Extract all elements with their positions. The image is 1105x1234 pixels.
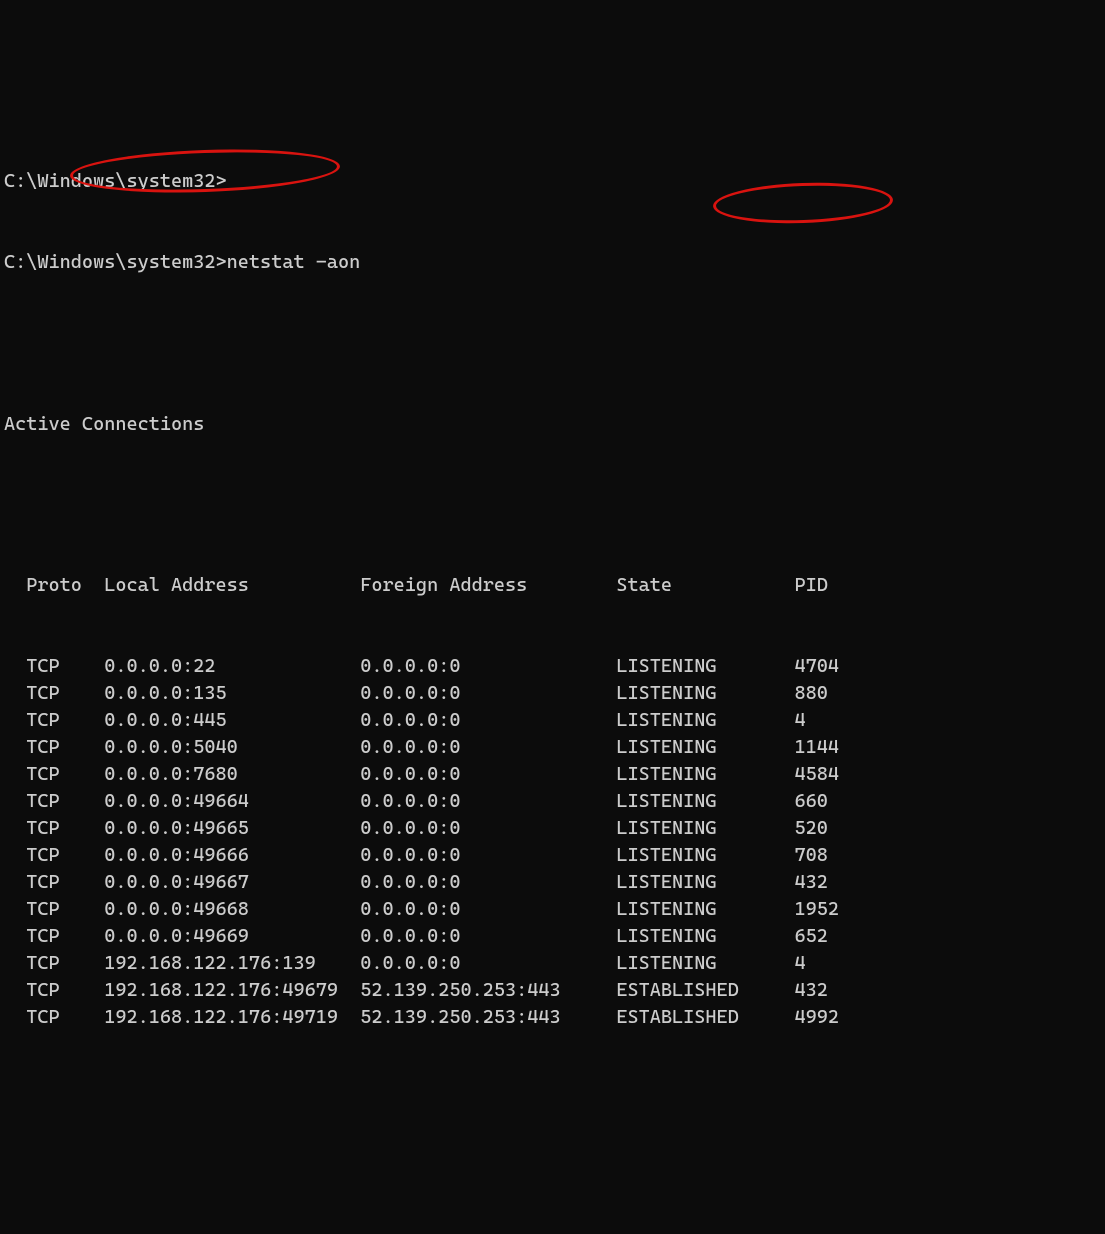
cell-proto: TCP <box>4 979 104 1001</box>
section-title: Active Connections <box>4 411 1101 438</box>
cell-local: 0.0.0.0:49665 <box>104 817 360 839</box>
cell-state: LISTENING <box>616 952 794 974</box>
cell-pid: 4704 <box>794 655 839 677</box>
cell-pid: 520 <box>794 817 827 839</box>
cell-proto: TCP <box>4 925 104 947</box>
cell-proto: TCP <box>4 952 104 974</box>
cell-foreign: 0.0.0.0:0 <box>360 736 616 758</box>
cell-pid: 4584 <box>794 763 839 785</box>
cell-foreign: 0.0.0.0:0 <box>360 763 616 785</box>
header-proto-text: Proto <box>26 574 82 596</box>
table-header-row: Proto Local Address Foreign Address Stat… <box>4 572 1101 599</box>
table-row: TCP 0.0.0.0:135 0.0.0.0:0 LISTENING 880 <box>4 680 1101 707</box>
cell-local: 0.0.0.0:49666 <box>104 844 360 866</box>
cell-proto: TCP <box>4 871 104 893</box>
cell-foreign: 52.139.250.253:443 <box>360 979 616 1001</box>
cell-state: LISTENING <box>616 709 794 731</box>
table-row: TCP 0.0.0.0:49668 0.0.0.0:0 LISTENING 19… <box>4 896 1101 923</box>
terminal-output[interactable]: C:\Windows\system32> C:\Windows\system32… <box>0 108 1105 1064</box>
cell-proto: TCP <box>4 655 104 677</box>
table-row: TCP 0.0.0.0:49664 0.0.0.0:0 LISTENING 66… <box>4 788 1101 815</box>
cell-state: ESTABLISHED <box>616 1006 794 1028</box>
table-row: TCP 192.168.122.176:139 0.0.0.0:0 LISTEN… <box>4 950 1101 977</box>
prompt-line-2: C:\Windows\system32>netstat -aon <box>4 249 1101 276</box>
cell-proto: TCP <box>4 817 104 839</box>
blank-line <box>4 330 1101 357</box>
cell-local: 0.0.0.0:445 <box>104 709 360 731</box>
cell-local: 0.0.0.0:49668 <box>104 898 360 920</box>
table-row: TCP 0.0.0.0:49665 0.0.0.0:0 LISTENING 52… <box>4 815 1101 842</box>
cell-pid: 4992 <box>794 1006 839 1028</box>
cell-pid: 432 <box>794 871 827 893</box>
cell-pid: 660 <box>794 790 827 812</box>
cell-state: LISTENING <box>616 871 794 893</box>
cell-foreign: 0.0.0.0:0 <box>360 844 616 866</box>
cell-proto: TCP <box>4 790 104 812</box>
cell-pid: 1144 <box>794 736 839 758</box>
cell-local: 192.168.122.176:49719 <box>104 1006 360 1028</box>
cell-local: 192.168.122.176:139 <box>104 952 360 974</box>
cell-state: LISTENING <box>616 790 794 812</box>
cell-state: LISTENING <box>616 736 794 758</box>
table-row: TCP 0.0.0.0:7680 0.0.0.0:0 LISTENING 458… <box>4 761 1101 788</box>
cell-local: 0.0.0.0:7680 <box>104 763 360 785</box>
table-row: TCP 0.0.0.0:49667 0.0.0.0:0 LISTENING 43… <box>4 869 1101 896</box>
table-row: TCP 192.168.122.176:49719 52.139.250.253… <box>4 1004 1101 1031</box>
cell-state: LISTENING <box>616 682 794 704</box>
header-local: Local Address <box>104 574 249 596</box>
cell-state: LISTENING <box>616 763 794 785</box>
cell-pid: 4 <box>794 952 805 974</box>
cell-local: 0.0.0.0:135 <box>104 682 360 704</box>
cell-local: 0.0.0.0:5040 <box>104 736 360 758</box>
header-proto <box>4 574 26 596</box>
table-row: TCP 192.168.122.176:49679 52.139.250.253… <box>4 977 1101 1004</box>
prompt-path: C:\Windows\system32> <box>4 251 227 273</box>
cell-proto: TCP <box>4 1006 104 1028</box>
cell-foreign: 0.0.0.0:0 <box>360 871 616 893</box>
blank-line <box>4 491 1101 518</box>
cell-foreign: 52.139.250.253:443 <box>360 1006 616 1028</box>
cell-pid: 1952 <box>794 898 839 920</box>
table-row: TCP 0.0.0.0:445 0.0.0.0:0 LISTENING 4 <box>4 707 1101 734</box>
cell-local: 0.0.0.0:49664 <box>104 790 360 812</box>
cell-proto: TCP <box>4 844 104 866</box>
cell-proto: TCP <box>4 898 104 920</box>
cell-pid: 652 <box>794 925 827 947</box>
cell-pid: 880 <box>794 682 827 704</box>
cell-proto: TCP <box>4 736 104 758</box>
cell-local: 0.0.0.0:22 <box>104 655 360 677</box>
cell-foreign: 0.0.0.0:0 <box>360 655 616 677</box>
cell-foreign: 0.0.0.0:0 <box>360 709 616 731</box>
table-row: TCP 0.0.0.0:5040 0.0.0.0:0 LISTENING 114… <box>4 734 1101 761</box>
table-row: TCP 0.0.0.0:49669 0.0.0.0:0 LISTENING 65… <box>4 923 1101 950</box>
cell-foreign: 0.0.0.0:0 <box>360 790 616 812</box>
cell-pid: 4 <box>794 709 805 731</box>
cell-foreign: 0.0.0.0:0 <box>360 952 616 974</box>
table-row: TCP 0.0.0.0:49666 0.0.0.0:0 LISTENING 70… <box>4 842 1101 869</box>
cell-foreign: 0.0.0.0:0 <box>360 898 616 920</box>
header-foreign: Foreign Address <box>360 574 527 596</box>
table-row: TCP 0.0.0.0:22 0.0.0.0:0 LISTENING 4704 <box>4 653 1101 680</box>
cell-local: 0.0.0.0:49667 <box>104 871 360 893</box>
cell-foreign: 0.0.0.0:0 <box>360 682 616 704</box>
cell-state: LISTENING <box>616 817 794 839</box>
cell-pid: 432 <box>794 979 827 1001</box>
cell-state: LISTENING <box>616 898 794 920</box>
cell-pid: 708 <box>794 844 827 866</box>
prompt-line-1: C:\Windows\system32> <box>4 168 1101 195</box>
cell-proto: TCP <box>4 682 104 704</box>
cell-local: 0.0.0.0:49669 <box>104 925 360 947</box>
header-pid: PID <box>794 574 827 596</box>
cell-state: LISTENING <box>616 844 794 866</box>
cell-state: LISTENING <box>616 655 794 677</box>
cell-local: 192.168.122.176:49679 <box>104 979 360 1001</box>
cell-foreign: 0.0.0.0:0 <box>360 925 616 947</box>
cell-proto: TCP <box>4 709 104 731</box>
header-state: State <box>616 574 672 596</box>
cell-proto: TCP <box>4 763 104 785</box>
cell-state: LISTENING <box>616 925 794 947</box>
cell-state: ESTABLISHED <box>616 979 794 1001</box>
command-text: netstat -aon <box>227 251 361 273</box>
cell-foreign: 0.0.0.0:0 <box>360 817 616 839</box>
